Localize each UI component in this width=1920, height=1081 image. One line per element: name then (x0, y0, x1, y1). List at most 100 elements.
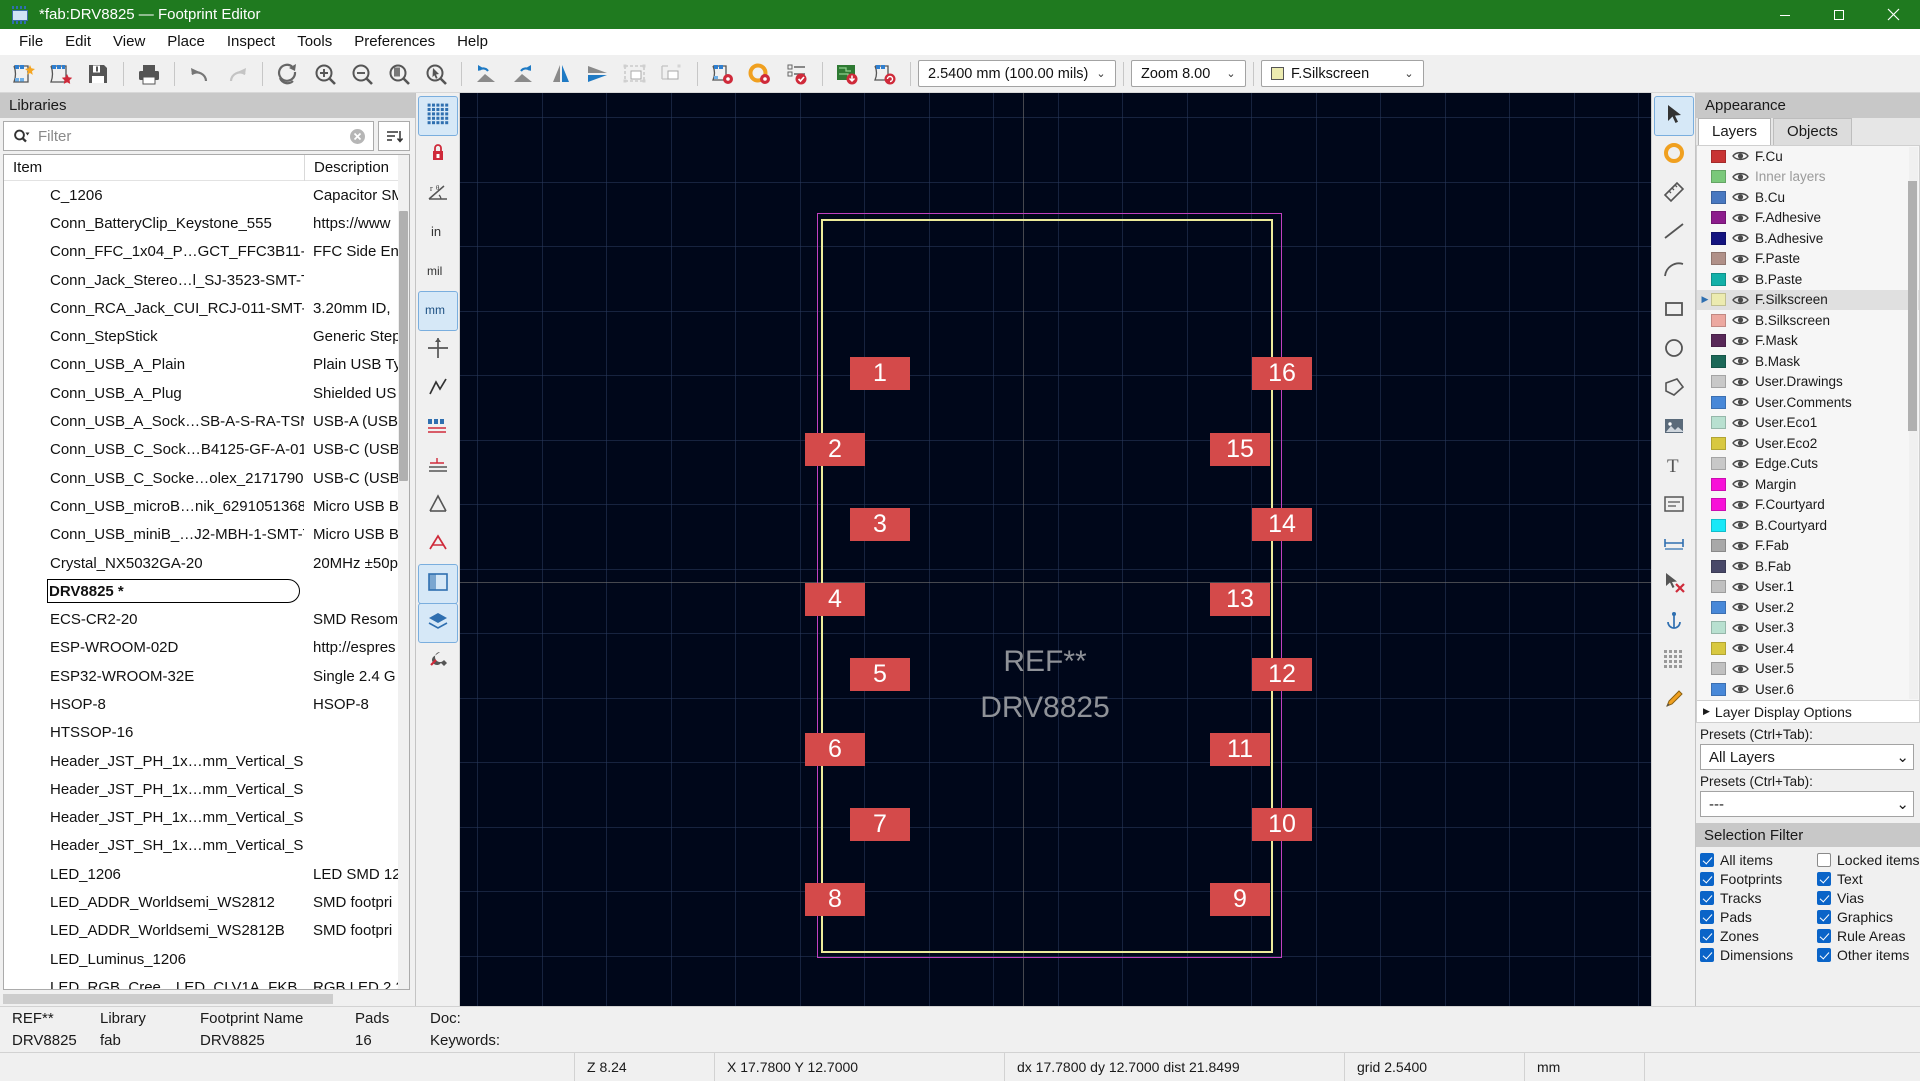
table-row[interactable]: LED_1206 LED SMD 12 (4, 860, 409, 888)
undo-button[interactable] (182, 57, 218, 91)
units-mils-tool[interactable]: mil (419, 253, 457, 291)
eye-icon[interactable] (1731, 416, 1750, 430)
checkbox-icon[interactable] (1700, 891, 1714, 905)
eye-icon[interactable] (1731, 170, 1750, 184)
checkbox-icon[interactable] (1700, 910, 1714, 924)
layer-row-b-cu[interactable]: B.Cu (1697, 187, 1919, 208)
layer-color-swatch[interactable] (1711, 252, 1726, 266)
ungroup-button[interactable] (654, 57, 690, 91)
menu-inspect[interactable]: Inspect (216, 30, 286, 53)
tab-objects[interactable]: Objects (1773, 118, 1852, 145)
table-row[interactable]: Conn_USB_A_Plain Plain USB Ty (4, 351, 409, 379)
zoom-to-selection-button[interactable] (418, 57, 454, 91)
grid-toggle-tool[interactable] (417, 96, 458, 136)
eye-icon[interactable] (1731, 149, 1750, 163)
layer-color-swatch[interactable] (1711, 149, 1726, 163)
layer-row-user-5[interactable]: User.5 (1697, 659, 1919, 680)
table-row[interactable]: Header_JST_PH_1x…mm_Vertical_SMD (4, 747, 409, 775)
checkbox-icon[interactable] (1817, 853, 1831, 867)
refresh-button[interactable] (270, 57, 306, 91)
draw-polygon-tool[interactable] (1655, 370, 1693, 408)
delete-tool[interactable] (1655, 565, 1693, 603)
table-row[interactable]: HTSSOP-16 (4, 719, 409, 747)
layer-row-f-adhesive[interactable]: F.Adhesive (1697, 208, 1919, 229)
layers-scroll-thumb[interactable] (1908, 181, 1917, 431)
pad-5[interactable]: 5 (850, 658, 910, 691)
layer-color-swatch[interactable] (1711, 293, 1726, 307)
pad-6[interactable]: 6 (805, 733, 865, 766)
presets-select-2[interactable]: --- ⌄ (1700, 791, 1914, 817)
layer-color-swatch[interactable] (1711, 559, 1726, 573)
layer-color-swatch[interactable] (1711, 682, 1726, 696)
table-row[interactable]: Conn_BatteryClip_Keystone_555 https://www (4, 209, 409, 237)
layers-scrollbar[interactable] (1908, 147, 1918, 699)
pad-9[interactable]: 9 (1210, 883, 1270, 916)
tab-layers[interactable]: Layers (1698, 118, 1772, 145)
layer-color-swatch[interactable] (1711, 395, 1726, 409)
pad-10[interactable]: 10 (1252, 808, 1312, 841)
units-inches-tool[interactable]: in (419, 214, 457, 252)
filter-checkbox-tracks[interactable]: Tracks (1700, 890, 1817, 906)
silkscreen-outline[interactable] (821, 219, 1273, 953)
load-footprint-from-board-button[interactable] (830, 57, 866, 91)
layer-color-swatch[interactable] (1711, 580, 1726, 594)
table-row[interactable]: Conn_USB_A_Plug Shielded US (4, 379, 409, 407)
eye-icon[interactable] (1731, 662, 1750, 676)
layer-color-swatch[interactable] (1711, 170, 1726, 184)
pad-15[interactable]: 15 (1210, 433, 1270, 466)
table-row[interactable]: Conn_FFC_1x04_P…GCT_FFC3B11-04-T FFC Side… (4, 238, 409, 266)
checkbox-icon[interactable] (1817, 948, 1831, 962)
layer-color-swatch[interactable] (1711, 334, 1726, 348)
sort-icon[interactable] (378, 121, 410, 151)
zoom-select[interactable]: Zoom 8.00 ⌄ (1131, 60, 1246, 87)
fab-value-text[interactable]: DRV8825 (880, 691, 1210, 725)
checkbox-icon[interactable] (1700, 853, 1714, 867)
table-row[interactable]: Conn_USB_microB…nik_629105136821 Micro US… (4, 492, 409, 520)
eye-icon[interactable] (1731, 498, 1750, 512)
table-row[interactable]: Conn_StepStick Generic Step (4, 322, 409, 350)
pad-2[interactable]: 2 (805, 433, 865, 466)
draw-circle-tool[interactable] (1655, 331, 1693, 369)
group-button[interactable] (617, 57, 653, 91)
zoom-out-button[interactable] (344, 57, 380, 91)
polar-coordinates-tool[interactable]: rθ (419, 175, 457, 213)
new-footprint-from-wizard-button[interactable] (43, 57, 79, 91)
layer-row-b-courtyard[interactable]: B.Courtyard (1697, 515, 1919, 536)
table-row[interactable]: Header_JST_PH_1x…mm_Vertical_SMD (4, 804, 409, 832)
column-header-description[interactable]: Description (304, 155, 409, 181)
layer-row-edge-cuts[interactable]: Edge.Cuts (1697, 454, 1919, 475)
table-row[interactable]: LED_ADDR_Worldsemi_WS2812 SMD footpri (4, 888, 409, 916)
layer-row-user-1[interactable]: User.1 (1697, 577, 1919, 598)
add-text-tool[interactable]: T (1655, 448, 1693, 486)
table-row[interactable]: ESP-WROOM-02D http://espres (4, 634, 409, 662)
pad-8[interactable]: 8 (805, 883, 865, 916)
eye-icon[interactable] (1731, 313, 1750, 327)
layer-row-margin[interactable]: Margin (1697, 474, 1919, 495)
set-anchor-tool[interactable] (1655, 604, 1693, 642)
eye-icon[interactable] (1731, 231, 1750, 245)
filter-checkbox-vias[interactable]: Vias (1817, 890, 1920, 906)
filter-checkbox-other-items[interactable]: Other items (1817, 947, 1920, 963)
layer-color-swatch[interactable] (1711, 190, 1726, 204)
pad-11[interactable]: 11 (1210, 733, 1270, 766)
print-button[interactable] (131, 57, 167, 91)
layer-color-swatch[interactable] (1711, 641, 1726, 655)
layer-color-swatch[interactable] (1711, 313, 1726, 327)
add-ruler-tool[interactable] (1655, 175, 1693, 213)
graphics-sketch-mode-tool[interactable] (419, 487, 457, 525)
outline-mode-tool[interactable] (419, 370, 457, 408)
pcb-canvas[interactable]: REF** DRV8825 12345678 16 15 14 13 12 11 10 9 (460, 93, 1651, 1006)
eye-icon[interactable] (1731, 334, 1750, 348)
pad-13[interactable]: 13 (1210, 583, 1270, 616)
menu-help[interactable]: Help (446, 30, 499, 53)
layer-row-f-cu[interactable]: F.Cu (1697, 146, 1919, 167)
eye-icon[interactable] (1731, 354, 1750, 368)
add-dimension-tool[interactable] (1655, 526, 1693, 564)
draw-line-tool[interactable] (1655, 214, 1693, 252)
menu-edit[interactable]: Edit (54, 30, 102, 53)
default-pad-properties-button[interactable] (742, 57, 778, 91)
presets-select-1[interactable]: All Layers ⌄ (1700, 744, 1914, 770)
checkbox-icon[interactable] (1817, 872, 1831, 886)
zoom-in-button[interactable] (307, 57, 343, 91)
eye-icon[interactable] (1731, 641, 1750, 655)
